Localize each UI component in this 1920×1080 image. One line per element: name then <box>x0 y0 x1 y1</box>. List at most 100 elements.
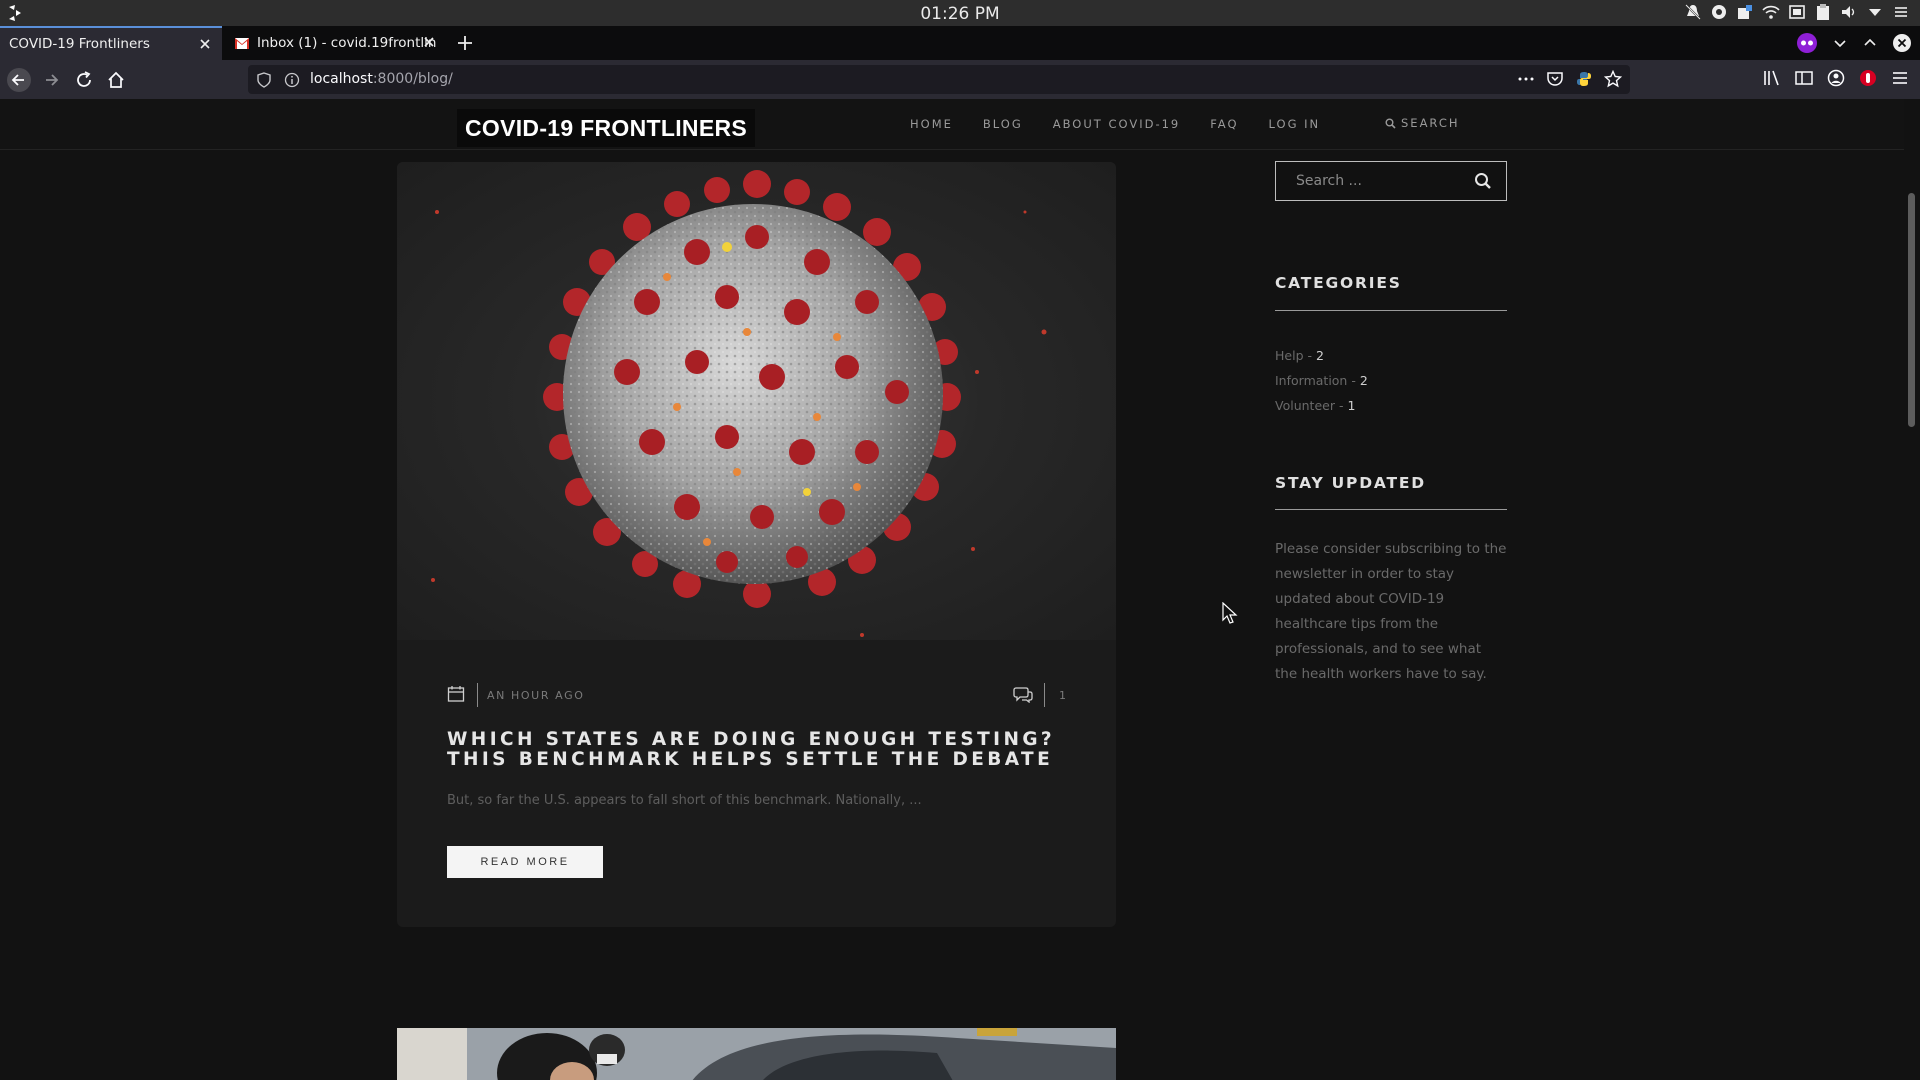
site-info-icon[interactable] <box>284 72 300 88</box>
widget-divider <box>1275 310 1507 311</box>
menu-item-faq[interactable]: FAQ <box>1210 117 1238 131</box>
home-icon[interactable] <box>104 68 128 92</box>
menu-item-home[interactable]: HOME <box>910 117 953 131</box>
page-actions-icon[interactable] <box>1517 70 1535 88</box>
sync-icon[interactable] <box>1710 3 1728 21</box>
health-worker-photo <box>397 1028 1116 1080</box>
menu-down-icon[interactable] <box>1866 3 1884 21</box>
window-controls <box>1796 32 1912 54</box>
category-name: Volunteer <box>1275 398 1335 413</box>
url-bar-actions <box>1517 70 1622 88</box>
url-path: :8000/blog/ <box>372 71 453 87</box>
newsletter-text: Please consider subscribing to the newsl… <box>1275 541 1507 682</box>
search-input[interactable] <box>1276 162 1466 200</box>
meta-divider <box>477 683 478 707</box>
category-name: Help <box>1275 348 1304 363</box>
close-tab-icon[interactable] <box>421 34 437 50</box>
pocket-icon[interactable] <box>1546 70 1564 88</box>
notifications-off-icon[interactable] <box>1684 3 1702 21</box>
comments-icon[interactable] <box>1013 686 1033 703</box>
private-browsing-icon[interactable] <box>1796 32 1818 54</box>
system-tray <box>1684 3 1910 21</box>
gmail-icon <box>235 37 249 49</box>
coronavirus-illustration <box>431 170 1047 637</box>
post-meta: AN HOUR AGO 1 <box>447 683 1067 709</box>
post-title-line-2: THIS BENCHMARK HELPS SETTLE THE DEBATE <box>447 749 1054 770</box>
meta-divider <box>1044 683 1045 707</box>
volume-icon[interactable] <box>1840 3 1858 21</box>
maximize-icon[interactable] <box>1862 35 1878 51</box>
power-settings-icon[interactable] <box>1892 3 1910 21</box>
post-title[interactable]: WHICH STATES ARE DOING ENOUGH TESTING? T… <box>447 730 1067 770</box>
sidebar-toggle-icon[interactable] <box>1794 68 1814 88</box>
toolbar-right <box>1762 68 1910 88</box>
close-tab-icon[interactable] <box>197 36 213 52</box>
yellow-particle <box>803 488 811 496</box>
bookmark-star-icon[interactable] <box>1604 70 1622 88</box>
read-more-button[interactable]: READ MORE <box>447 846 603 878</box>
stay-updated-heading: STAY UPDATED <box>1275 474 1426 492</box>
library-icon[interactable] <box>1762 68 1782 88</box>
menu-search-link[interactable]: SEARCH <box>1385 116 1460 130</box>
calendar-icon <box>447 686 465 702</box>
post-featured-image[interactable] <box>397 162 1116 640</box>
next-post-image[interactable] <box>397 1028 1116 1080</box>
menu-item-log-in[interactable]: LOG IN <box>1269 117 1321 131</box>
post-excerpt: But, so far the U.S. appears to fall sho… <box>447 793 922 808</box>
tab-covid-frontliners[interactable]: COVID-19 Frontliners <box>0 26 222 60</box>
web-page: COVID-19 FRONTLINERS HOME BLOG ABOUT COV… <box>0 99 1904 1080</box>
category-count: 2 <box>1359 373 1368 388</box>
url-text: localhost:8000/blog/ <box>310 71 453 87</box>
extension-shield-icon[interactable] <box>1858 68 1878 88</box>
url-host: localhost <box>310 71 373 87</box>
menu-search-label: SEARCH <box>1401 116 1460 130</box>
comment-count: 1 <box>1059 689 1068 702</box>
category-count: 2 <box>1315 348 1324 363</box>
post-date: AN HOUR AGO <box>487 689 585 702</box>
post-title-line-1: WHICH STATES ARE DOING ENOUGH TESTING? <box>447 729 1056 750</box>
tracking-protection-icon[interactable] <box>256 72 272 88</box>
search-icon <box>1385 118 1396 129</box>
reload-icon[interactable] <box>72 68 96 92</box>
list-tabs-icon[interactable] <box>1832 35 1848 51</box>
tab-title: Inbox (1) - covid.19frontlin <box>257 35 437 51</box>
hamburger-menu-icon[interactable] <box>1890 68 1910 88</box>
clipboard-icon[interactable] <box>1814 3 1832 21</box>
forward-arrow-icon[interactable] <box>40 68 64 92</box>
site-header: COVID-19 FRONTLINERS HOME BLOG ABOUT COV… <box>0 99 1904 150</box>
sidebar-search <box>1275 161 1507 201</box>
category-item-volunteer[interactable]: Volunteer - 1 <box>1275 393 1368 418</box>
tab-gmail-inbox[interactable]: Inbox (1) - covid.19frontlin <box>226 26 446 60</box>
site-logo[interactable]: COVID-19 FRONTLINERS <box>457 109 756 147</box>
tab-title: COVID-19 Frontliners <box>9 36 150 52</box>
category-item-information[interactable]: Information - 2 <box>1275 368 1368 393</box>
category-item-help[interactable]: Help - 2 <box>1275 343 1368 368</box>
search-icon[interactable] <box>1474 172 1492 190</box>
new-tab-icon[interactable] <box>454 32 476 54</box>
mouse-cursor-icon <box>1222 602 1238 624</box>
browser-tab-strip: COVID-19 Frontliners Inbox (1) - covid.1… <box>0 26 1920 60</box>
page-scrollbar[interactable] <box>1904 99 1920 1080</box>
menu-item-blog[interactable]: BLOG <box>983 117 1023 131</box>
system-clock: 01:26 PM <box>920 4 1000 24</box>
wifi-icon[interactable] <box>1762 3 1780 21</box>
menu-item-about-covid[interactable]: ABOUT COVID-19 <box>1053 117 1180 131</box>
scrollbar-thumb[interactable] <box>1908 193 1915 427</box>
os-top-bar: 01:26 PM <box>0 0 1920 26</box>
close-window-icon[interactable] <box>1892 33 1912 53</box>
account-icon[interactable] <box>1826 68 1846 88</box>
category-count: 1 <box>1347 398 1356 413</box>
categories-heading: CATEGORIES <box>1275 274 1402 292</box>
category-name: Information <box>1275 373 1348 388</box>
screenshot-icon[interactable] <box>1788 3 1806 21</box>
yellow-particle <box>722 242 732 252</box>
browser-nav-bar: localhost:8000/blog/ <box>0 60 1920 99</box>
url-bar[interactable]: localhost:8000/blog/ <box>248 65 1630 94</box>
main-menu: HOME BLOG ABOUT COVID-19 FAQ LOG IN <box>910 117 1350 131</box>
updates-icon[interactable] <box>1736 3 1754 21</box>
widget-divider <box>1275 509 1507 510</box>
categories-list: Help - 2 Information - 2 Volunteer - 1 <box>1275 343 1368 418</box>
blog-post-card: AN HOUR AGO 1 WHICH STATES ARE DOING ENO… <box>397 162 1116 927</box>
back-arrow-icon[interactable] <box>6 67 32 93</box>
python-extension-icon[interactable] <box>1575 70 1593 88</box>
